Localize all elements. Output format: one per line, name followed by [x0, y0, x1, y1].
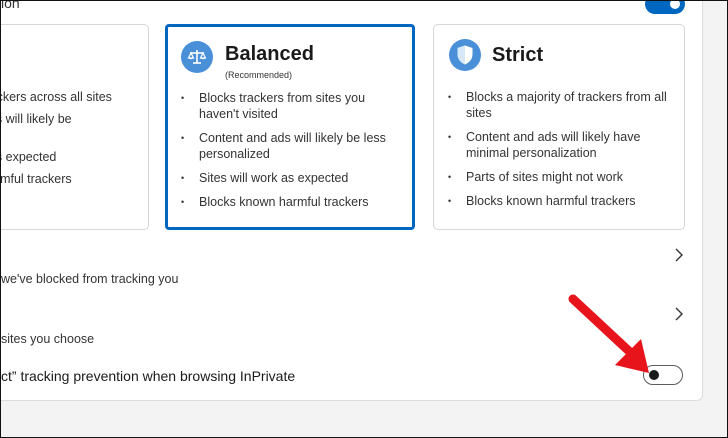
- basic-bullet: harmful trackers: [0, 172, 72, 186]
- basic-bullets: trackers across all sites ads will likel…: [0, 89, 142, 195]
- balanced-subtitle: (Recommended): [225, 70, 293, 80]
- basic-bullet: trackers across all sites: [1, 90, 112, 104]
- scales-icon: [181, 41, 213, 73]
- balanced-title: Balanced: [225, 43, 314, 65]
- toggle-knob: [670, 1, 680, 9]
- exceptions-row[interactable]: sites you choose: [1, 332, 94, 346]
- strict-title: Strict: [492, 44, 544, 66]
- strict-bullet: Content and ads will likely have minimal…: [448, 129, 676, 161]
- basic-bullet: ads will likely be: [1, 112, 72, 126]
- strict-bullet: Blocks known harmful trackers: [448, 193, 676, 209]
- tracking-prevention-label: ion: [1, 0, 20, 11]
- basic-bullet: t as expected: [1, 150, 57, 164]
- balanced-bullet: Blocks known harmful trackers: [181, 194, 407, 210]
- shield-icon: [449, 39, 481, 71]
- inprivate-strict-toggle[interactable]: [643, 365, 683, 385]
- chevron-right-icon[interactable]: [669, 245, 689, 265]
- inprivate-strict-label: ct” tracking prevention when browsing In…: [1, 368, 296, 384]
- basic-card[interactable]: trackers across all sites ads will likel…: [0, 24, 149, 230]
- chevron-right-icon[interactable]: [669, 304, 689, 324]
- strict-bullets: Blocks a majority of trackers from all s…: [448, 89, 676, 217]
- blocked-trackers-row[interactable]: we've blocked from tracking you: [1, 272, 178, 286]
- balanced-bullet: Blocks trackers from sites you haven't v…: [181, 90, 407, 122]
- balanced-card[interactable]: Balanced (Recommended) Blocks trackers f…: [165, 24, 415, 230]
- balanced-bullet: Sites will work as expected: [181, 170, 407, 186]
- balanced-bullet: Content and ads will likely be less pers…: [181, 130, 407, 162]
- strict-bullet: Blocks a majority of trackers from all s…: [448, 89, 676, 121]
- strict-bullet: Parts of sites might not work: [448, 169, 676, 185]
- balanced-bullets: Blocks trackers from sites you haven't v…: [181, 90, 407, 218]
- browser-frame: ion trackers across all sites ads will l…: [0, 0, 728, 438]
- toggle-knob: [649, 370, 659, 380]
- tracking-prevention-toggle[interactable]: [645, 1, 685, 14]
- strict-card[interactable]: Strict Blocks a majority of trackers fro…: [433, 24, 685, 230]
